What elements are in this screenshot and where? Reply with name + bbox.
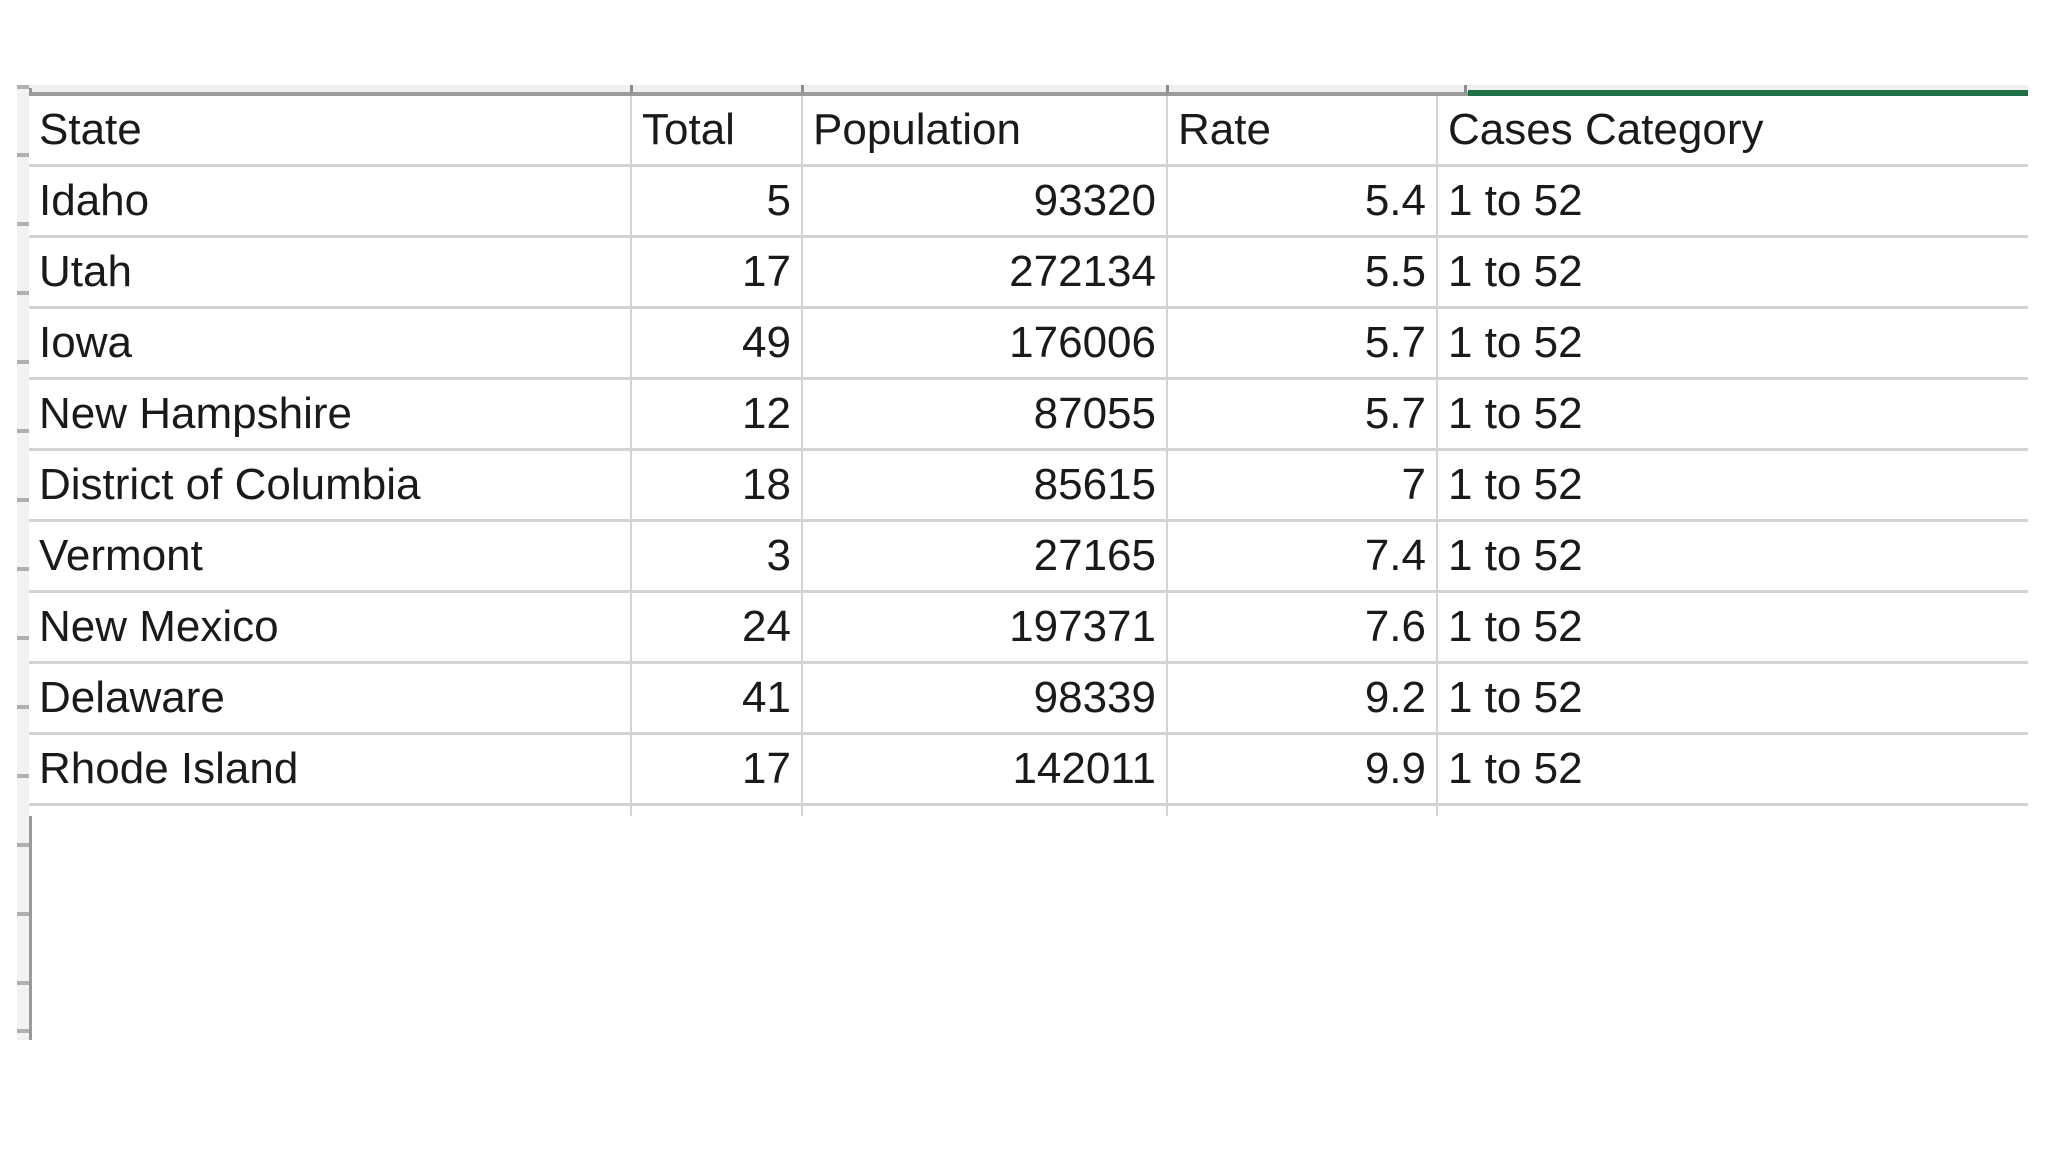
cell-total[interactable]: 41 [631, 662, 803, 735]
cell-category[interactable]: 1 to 52 [1437, 520, 2028, 593]
cell-population[interactable]: 272134 [802, 236, 1168, 309]
table-row[interactable]: Vermont 3 27165 7.4 1 to 52 [29, 520, 2028, 593]
cell-total[interactable]: 18 [631, 449, 803, 522]
cell-total[interactable]: 12 [631, 378, 803, 451]
column-header-divider-4 [1464, 85, 1467, 93]
row-gutter-tick [17, 222, 29, 226]
cell-state[interactable]: Utah [29, 236, 632, 309]
table-row[interactable]: New Mexico 24 197371 7.6 1 to 52 [29, 591, 2028, 664]
cell-rate[interactable]: 7 [1167, 449, 1438, 522]
cell-population-partial[interactable] [802, 804, 1168, 816]
cell-rate[interactable]: 7.4 [1167, 520, 1438, 593]
row-header-gutter[interactable] [17, 85, 29, 1040]
cell-total[interactable]: 24 [631, 591, 803, 664]
cell-state[interactable]: Iowa [29, 307, 632, 380]
column-header-divider-3 [1166, 85, 1169, 93]
cell-state-partial[interactable] [29, 804, 632, 816]
column-header-state[interactable]: State [29, 96, 632, 167]
cell-population[interactable]: 85615 [802, 449, 1168, 522]
cell-state[interactable]: New Mexico [29, 591, 632, 664]
cell-rate[interactable]: 5.7 [1167, 378, 1438, 451]
column-header-population[interactable]: Population [802, 96, 1168, 167]
cell-rate[interactable]: 5.5 [1167, 236, 1438, 309]
column-header-divider-2 [801, 85, 804, 93]
cell-total[interactable]: 5 [631, 165, 803, 238]
cell-population[interactable]: 87055 [802, 378, 1168, 451]
row-gutter-tick [17, 429, 29, 433]
cell-state[interactable]: District of Columbia [29, 449, 632, 522]
table-row[interactable]: Rhode Island 17 142011 9.9 1 to 52 [29, 733, 2028, 806]
cell-rate[interactable]: 9.2 [1167, 662, 1438, 735]
cell-category[interactable]: 1 to 52 [1437, 449, 2028, 522]
cell-total[interactable]: 3 [631, 520, 803, 593]
cell-rate[interactable]: 5.4 [1167, 165, 1438, 238]
cell-population[interactable]: 27165 [802, 520, 1168, 593]
cell-rate-partial[interactable] [1167, 804, 1438, 816]
cell-category[interactable]: 1 to 52 [1437, 307, 2028, 380]
row-gutter-tick [17, 153, 29, 157]
cell-state[interactable]: Vermont [29, 520, 632, 593]
cell-category[interactable]: 1 to 52 [1437, 165, 2028, 238]
column-header-divider-1 [630, 85, 633, 93]
column-header-rate[interactable]: Rate [1167, 96, 1438, 167]
column-header-total[interactable]: Total [631, 96, 803, 167]
cell-rate[interactable]: 7.6 [1167, 591, 1438, 664]
table-row[interactable]: New Hampshire 12 87055 5.7 1 to 52 [29, 378, 2028, 451]
cell-population[interactable]: 197371 [802, 591, 1168, 664]
table-row[interactable]: Iowa 49 176006 5.7 1 to 52 [29, 307, 2028, 380]
row-gutter-tick [17, 85, 29, 89]
column-header-category[interactable]: Cases Category [1437, 96, 2028, 167]
cell-population[interactable]: 176006 [802, 307, 1168, 380]
spreadsheet-screenshot: State Total Population Rate Cases Catego… [0, 0, 2048, 1152]
cell-category-partial[interactable] [1437, 805, 2028, 817]
cell-total[interactable]: 17 [631, 733, 803, 806]
cell-category[interactable]: 1 to 52 [1437, 591, 2028, 664]
row-gutter-tick [17, 291, 29, 295]
row-gutter-tick [17, 567, 29, 571]
cell-population[interactable]: 93320 [802, 165, 1168, 238]
row-gutter-tick [17, 636, 29, 640]
row-gutter-tick [17, 360, 29, 364]
cell-population[interactable]: 98339 [802, 662, 1168, 735]
row-gutter-tick [17, 774, 29, 778]
cell-category[interactable]: 1 to 52 [1437, 236, 2028, 309]
table-row[interactable]: Delaware 41 98339 9.2 1 to 52 [29, 662, 2028, 735]
table-row[interactable]: District of Columbia 18 85615 7 1 to 52 [29, 449, 2028, 522]
cell-population[interactable]: 142011 [802, 733, 1168, 806]
row-gutter-tick [17, 912, 29, 916]
cell-total-partial[interactable] [631, 804, 803, 816]
row-gutter-tick [17, 981, 29, 985]
cell-state[interactable]: New Hampshire [29, 378, 632, 451]
table-row-partial[interactable] [29, 804, 2028, 817]
cell-total[interactable]: 49 [631, 307, 803, 380]
cell-state[interactable]: Rhode Island [29, 733, 632, 806]
cell-rate[interactable]: 9.9 [1167, 733, 1438, 806]
table-body: Idaho 5 93320 5.4 1 to 52 Utah 17 272134… [29, 165, 2028, 817]
row-gutter-tick [17, 843, 29, 847]
cell-state[interactable]: Idaho [29, 165, 632, 238]
cell-category[interactable]: 1 to 52 [1437, 733, 2028, 806]
table-row[interactable]: Idaho 5 93320 5.4 1 to 52 [29, 165, 2028, 238]
cell-category[interactable]: 1 to 52 [1437, 378, 2028, 451]
cell-state[interactable]: Delaware [29, 662, 632, 735]
row-gutter-tick [17, 1029, 29, 1033]
cell-rate[interactable]: 5.7 [1167, 307, 1438, 380]
cell-category[interactable]: 1 to 52 [1437, 662, 2028, 735]
table-header-row: State Total Population Rate Cases Catego… [29, 96, 2028, 167]
data-table: State Total Population Rate Cases Catego… [29, 96, 2028, 816]
row-gutter-tick [17, 498, 29, 502]
table-row[interactable]: Utah 17 272134 5.5 1 to 52 [29, 236, 2028, 309]
row-gutter-tick [17, 705, 29, 709]
table-head: State Total Population Rate Cases Catego… [29, 96, 2028, 167]
cell-total[interactable]: 17 [631, 236, 803, 309]
